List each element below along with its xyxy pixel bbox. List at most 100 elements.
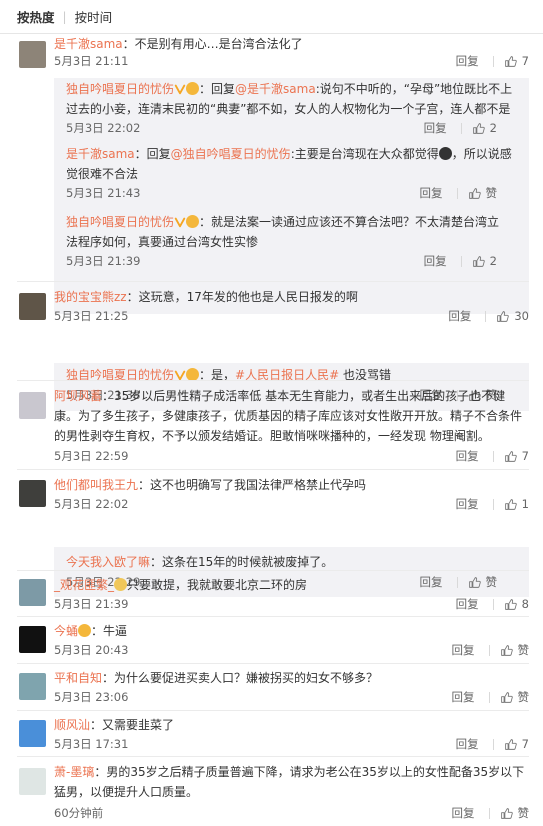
comment-actions: 回复 7 [456,448,529,464]
divider [17,616,529,617]
user-avatar[interactable] [19,673,46,700]
action-divider [492,738,494,750]
comment-content: ：又需要韭菜了 [90,718,175,732]
sort-divider: | [62,9,67,24]
reply-content: ，所以说感 [451,147,512,161]
action-divider [492,55,494,67]
reply-button[interactable]: 回复 [420,185,443,201]
comment-text: 顺风汕：又需要韭菜了 [54,715,529,735]
divider [17,663,529,664]
reply-button[interactable]: 回复 [452,642,475,658]
mention-link[interactable]: @是千澈sama [235,82,316,96]
user-avatar[interactable] [19,293,46,320]
like-button[interactable]: 8 [504,597,529,611]
reply-button[interactable]: 回复 [456,448,479,464]
username-link[interactable]: 是千澈sama [54,37,123,51]
vip-badge-icon [174,216,186,228]
reply-button[interactable]: 回复 [456,53,479,69]
user-avatar[interactable] [19,768,46,795]
sort-by-hot-tab[interactable]: 按热度 [17,7,55,26]
reply-button[interactable]: 回复 [448,308,471,324]
reply-button[interactable]: 回复 [456,496,479,512]
username-link[interactable]: 他们都叫我王九 [54,478,138,492]
reply-actions: 回复 2 [424,120,497,136]
username-link[interactable]: 顺风汕 [54,718,90,732]
like-button[interactable]: 7 [504,449,529,463]
like-button[interactable]: 7 [504,737,529,751]
divider [17,380,529,381]
like-count: 7 [521,449,529,463]
comment-meta: 5月3日 23:06 回复 赞 [54,689,529,707]
comment-content: 猛男，以便提升人口质量。 [54,785,199,799]
user-avatar[interactable] [19,720,46,747]
user-avatar[interactable] [19,41,46,68]
username-link[interactable]: 今蛹 [54,624,78,638]
reply-button[interactable]: 回复 [456,736,479,752]
comment-list: 是千澈sama：不是别有用心…是台湾合法化了 5月3日 21:11 回复 7 独… [0,34,543,826]
user-avatar[interactable] [19,392,46,419]
username-link[interactable]: 独自吟唱夏日的忧伤 [66,82,174,96]
like-button[interactable]: 7 [504,54,529,68]
reply-content: ：就是法案一读通过应该还不算合法吧？不太清楚台湾立 [199,215,500,229]
timestamp: 5月3日 21:39 [66,254,141,268]
username-link[interactable]: 萧-墨璃 [54,765,94,779]
username-link[interactable]: _观花匪繁_ [54,578,114,592]
like-button[interactable]: 赞 [500,642,529,658]
comment-actions: 回复 1 [456,496,529,512]
like-count: 2 [489,121,497,135]
reply-meta: 5月3日 21:39 回复 2 [66,253,517,271]
like-label: 赞 [485,186,498,200]
username-link[interactable]: 平和自知 [54,671,102,685]
comment-actions: 回复 30 [448,308,529,324]
user-avatar[interactable] [19,480,46,507]
sort-by-time-tab[interactable]: 按时间 [75,7,113,26]
reply-actions: 回复 赞 [420,185,498,201]
timestamp: 5月3日 21:25 [54,309,129,323]
thumbs-up-icon [504,498,517,511]
like-button[interactable]: 赞 [500,805,530,821]
like-count: 1 [521,497,529,511]
action-divider [460,122,462,134]
reply-button[interactable]: 回复 [424,120,447,136]
comment-meta: 5月3日 21:11 回复 7 [54,53,529,71]
reply-button[interactable]: 回复 [456,596,479,612]
username-link[interactable]: 我的宝宝熊zz [54,290,127,304]
mention-link[interactable]: @独自吟唱夏日的忧伤 [171,147,291,161]
like-label: 赞 [517,806,530,820]
like-button[interactable]: 赞 [500,689,530,705]
user-avatar[interactable] [19,626,46,653]
username-link[interactable]: 今天我入欧了嘛 [66,555,150,569]
reply-button[interactable]: 回复 [452,805,475,821]
action-divider [488,691,490,703]
comment-text: 他们都叫我王九：这不也明确写了我国法律严格禁止代孕吗 [54,475,529,495]
reply-actions: 回复 2 [424,253,497,269]
timestamp: 5月3日 22:02 [66,121,141,135]
username-link[interactable]: 是千澈sama [66,147,135,161]
vip-badge-icon [174,83,186,95]
like-button[interactable]: 1 [504,497,529,511]
like-button[interactable]: 30 [496,309,529,323]
username-link[interactable]: 独自吟唱夏日的忧伤 [66,215,174,229]
comment-meta: 5月3日 22:59 回复 7 [54,448,529,466]
timestamp: 5月3日 22:02 [54,497,129,511]
reply-button[interactable]: 回复 [452,689,475,705]
comment-content: ：35岁以后男性精子成活率低 基本无生育能力，或者生出来后的孩子也不健 [102,389,506,403]
reply-content: :说句不中听的，“孕母”地位既比不上 [315,82,513,96]
reply-text: 是千澈sama：回复@独自吟唱夏日的忧伤:主要是台湾现在大众都觉得 ，所以说感 觉… [66,144,517,184]
like-button[interactable]: 赞 [468,185,498,201]
like-button[interactable]: 2 [472,121,497,135]
reply-button[interactable]: 回复 [424,253,447,269]
comment-content: 的男性剥夺生育权，不予以颁发结婚证。胆敢悄咪咪播种的，一经发现 物理阉割。 [54,429,490,443]
timestamp: 5月3日 21:11 [54,54,129,68]
like-button[interactable]: 2 [472,254,497,268]
like-label: 赞 [517,690,530,704]
comment-meta: 5月3日 21:25 回复 30 [54,308,529,326]
timestamp: 5月3日 21:39 [54,597,129,611]
timestamp: 5月3日 20:43 [54,643,129,657]
member-badge-icon [186,215,200,228]
divider [17,281,529,282]
user-avatar[interactable] [19,579,46,606]
username-link[interactable]: 阿坝风蓄 [54,389,102,403]
comment-text: 萧-墨璃：男的35岁之后精子质量普遍下降，请求为老公在35岁以上的女性配备35岁… [54,762,529,802]
like-count: 2 [489,254,497,268]
